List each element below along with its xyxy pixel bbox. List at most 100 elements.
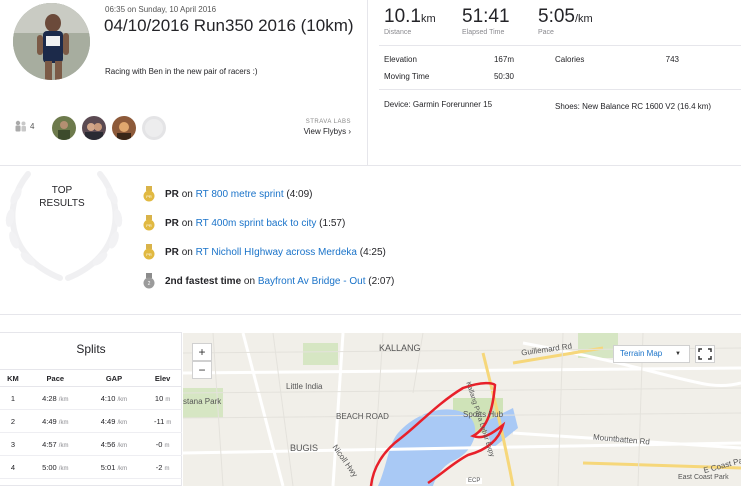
elapsed-label: Elapsed Time — [462, 29, 505, 36]
calories-label: Calories — [555, 55, 585, 64]
column-header: Pace — [25, 369, 85, 387]
activity-header: 06:35 on Sunday, 10 April 2016 04/10/201… — [0, 0, 368, 165]
distance-value: 10.1 — [384, 6, 421, 27]
activity-datetime: 06:35 on Sunday, 10 April 2016 — [105, 5, 217, 14]
table-row[interactable]: 1 4:28 /km 4:10 /km 10 m — [0, 386, 182, 410]
divider — [379, 89, 741, 90]
splits-panel: Splits KM Pace GAP Elev 1 4:28 /km 4:10 … — [0, 332, 182, 486]
column-header: GAP — [84, 369, 144, 387]
achievement-item: PR PR on RT 400m sprint back to city (1:… — [143, 215, 345, 231]
unit: m — [165, 396, 171, 403]
terrain-map-dropdown[interactable]: Terrain Map ▼ — [613, 345, 690, 363]
split-gap-value: 4:10 — [100, 393, 116, 403]
silver-medal-icon: 2 — [143, 273, 155, 289]
distance-label: Distance — [384, 29, 412, 36]
stat-distance: 10.1km Distance — [384, 6, 436, 36]
achievement-on: on — [181, 246, 193, 258]
strava-labs-label: STRAVA LABS — [305, 119, 351, 125]
table-row[interactable]: 3 4:57 /km 4:56 /km -0 m — [0, 432, 182, 456]
view-flybys-link[interactable]: View Flybys › — [304, 127, 351, 136]
zoom-out-button[interactable]: − — [192, 361, 212, 379]
athlete-avatar[interactable] — [13, 3, 90, 80]
elapsed-value: 51:41 — [462, 6, 510, 27]
kudos-summary[interactable]: 4 — [14, 120, 34, 132]
kudos-count: 4 — [30, 121, 35, 131]
fullscreen-button[interactable] — [695, 345, 715, 363]
achievement-prefix: PR — [165, 188, 179, 200]
split-km: 2 — [0, 409, 26, 433]
top-results-heading-line: RESULTS — [39, 198, 85, 209]
unit: /km — [58, 442, 69, 449]
split-elev: -11 m — [143, 409, 182, 433]
split-gap: 4:10 /km — [84, 386, 144, 410]
split-km: 1 — [0, 386, 26, 410]
zoom-in-button[interactable]: + — [192, 343, 212, 361]
kudos-avatar[interactable] — [112, 116, 136, 140]
segment-link[interactable]: Bayfront Av Bridge - Out — [258, 276, 366, 287]
device-info: Device: Garmin Forerunner 15 — [384, 100, 493, 109]
split-km: 3 — [0, 432, 26, 456]
pace-label: Pace — [538, 29, 554, 36]
distance-unit: km — [420, 13, 436, 25]
map-label: Little India — [286, 382, 323, 391]
achievement-item: 2 2nd fastest time on Bayfront Av Bridge… — [143, 273, 394, 289]
stat-elapsed: 51:41 Elapsed Time — [462, 6, 510, 36]
unit: /km — [117, 396, 128, 403]
achievement-prefix: 2nd fastest time — [165, 275, 242, 287]
chevron-right-icon: › — [348, 127, 351, 136]
gold-medal-icon: PR — [143, 244, 155, 260]
splits-table: KM Pace GAP Elev 1 4:28 /km 4:10 /km 10 … — [0, 369, 182, 479]
table-row[interactable]: 4 5:00 /km 5:01 /km -2 m — [0, 455, 182, 479]
split-pace: 4:49 /km — [25, 409, 85, 433]
svg-text:PR: PR — [146, 223, 152, 228]
map-label: stana Park — [183, 397, 222, 406]
unit: m — [164, 465, 170, 472]
divider — [379, 45, 741, 46]
split-elev: -0 m — [143, 432, 182, 456]
split-pace-value: 4:28 — [42, 393, 57, 403]
unit: /km — [58, 419, 69, 426]
split-pace: 4:28 /km — [25, 386, 85, 410]
unit: /km — [117, 442, 128, 449]
svg-text:PR: PR — [146, 252, 152, 257]
activity-title: 04/10/2016 Run350 2016 (10km) — [104, 16, 354, 35]
split-elev: -2 m — [143, 455, 182, 479]
split-pace-value: 4:49 — [42, 416, 57, 426]
top-results-section: TOP RESULTS PR PR on RT 800 metre sprint… — [0, 165, 741, 315]
split-gap: 4:56 /km — [84, 432, 144, 456]
pace-unit: /km — [574, 13, 593, 25]
kudos-avatar-placeholder[interactable] — [142, 116, 166, 140]
split-elev: 10 m — [143, 386, 182, 410]
splits-header-row: KM Pace GAP Elev — [0, 369, 182, 387]
achievement-item: PR PR on RT 800 metre sprint (4:09) — [143, 186, 313, 202]
expand-icon — [698, 348, 712, 360]
map-label: ECP — [466, 478, 483, 484]
route-map[interactable]: KALLANG Guillemard Rd Little India stana… — [183, 333, 741, 486]
kudos-avatar[interactable] — [82, 116, 106, 140]
kudos-icon — [15, 120, 26, 132]
table-row[interactable]: 2 4:49 /km 4:49 /km -11 m — [0, 409, 182, 433]
kudos-avatar[interactable] — [52, 116, 76, 140]
shoes-info[interactable]: Shoes: New Balance RC 1600 V2 (16.4 km) — [555, 100, 723, 114]
segment-link[interactable]: RT 400m sprint back to city — [196, 218, 317, 229]
elevation-value: 167m — [493, 55, 514, 64]
calories-value: 743 — [665, 55, 679, 64]
map-label: KALLANG — [379, 343, 421, 353]
achievement-time: (4:09) — [286, 188, 313, 200]
split-gap-value: 4:56 — [100, 439, 116, 449]
gold-medal-icon: PR — [143, 215, 155, 231]
unit: /km — [117, 465, 128, 472]
activity-stats: 10.1km Distance 51:41 Elapsed Time 5:05/… — [369, 0, 741, 165]
elevation-label: Elevation — [384, 55, 417, 64]
moving-time-value: 50:30 — [493, 72, 514, 81]
segment-link[interactable]: RT Nicholl HIghway across Merdeka — [196, 247, 357, 258]
achievement-item: PR PR on RT Nicholl HIghway across Merde… — [143, 244, 386, 260]
caret-down-icon: ▼ — [675, 351, 681, 357]
split-elev-value: -11 — [153, 416, 165, 426]
top-results-heading: TOP RESULTS — [20, 184, 104, 210]
split-pace-value: 5:00 — [42, 462, 57, 472]
split-pace: 4:57 /km — [25, 432, 85, 456]
achievement-prefix: PR — [165, 217, 179, 229]
segment-link[interactable]: RT 800 metre sprint — [196, 189, 284, 200]
top-results-heading-line: TOP — [51, 185, 73, 196]
